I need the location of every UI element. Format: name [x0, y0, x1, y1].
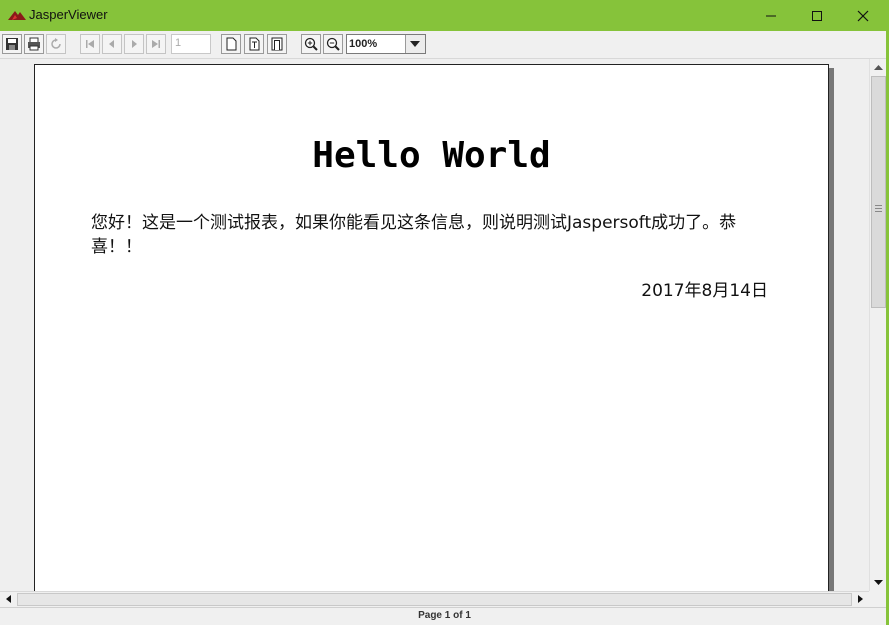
- floppy-disk-icon: [6, 38, 18, 50]
- first-page-button[interactable]: [80, 34, 100, 54]
- scroll-down-button[interactable]: [870, 574, 887, 591]
- close-button[interactable]: [840, 0, 886, 31]
- maximize-icon: [812, 11, 822, 21]
- reload-button[interactable]: [46, 34, 66, 54]
- report-date: 2017年8月14日: [641, 281, 768, 301]
- vertical-scrollbar[interactable]: [869, 59, 886, 591]
- page-number-input[interactable]: 1: [171, 34, 211, 54]
- last-page-icon: [152, 40, 160, 48]
- report-viewport[interactable]: Hello World 您好！这是一个测试报表，如果你能看见这条信息，则说明测试…: [0, 59, 869, 591]
- first-page-icon: [86, 40, 94, 48]
- title-bar: JasperViewer: [0, 0, 889, 31]
- zoom-in-button[interactable]: [301, 34, 321, 54]
- refresh-icon: [51, 38, 61, 49]
- scroll-left-button[interactable]: [0, 591, 17, 607]
- fit-page-button[interactable]: [244, 34, 264, 54]
- report-page: Hello World 您好！这是一个测试报表，如果你能看见这条信息，则说明测试…: [34, 64, 829, 591]
- minimize-button[interactable]: [748, 0, 794, 31]
- next-icon: [132, 40, 137, 48]
- actual-size-icon: [226, 37, 237, 51]
- vertical-scroll-thumb[interactable]: [871, 76, 886, 308]
- jasper-logo-icon: [8, 11, 26, 20]
- next-page-button[interactable]: [124, 34, 144, 54]
- arrow-right-icon: [858, 595, 863, 603]
- status-bar: Page 1 of 1: [0, 607, 889, 625]
- zoom-value: 100%: [349, 38, 378, 50]
- fit-width-button[interactable]: [267, 34, 287, 54]
- fit-width-icon: [271, 37, 283, 51]
- chevron-down-icon: [410, 41, 420, 47]
- arrow-down-icon: [874, 580, 883, 585]
- arrow-up-icon: [874, 65, 883, 70]
- toolbar: 1 100%: [0, 31, 889, 59]
- scroll-right-button[interactable]: [852, 591, 869, 607]
- zoom-out-button[interactable]: [323, 34, 343, 54]
- zoom-in-icon: [304, 37, 318, 51]
- zoom-combobox[interactable]: 100%: [346, 34, 426, 54]
- actual-size-button[interactable]: [221, 34, 241, 54]
- horizontal-scroll-thumb[interactable]: [17, 593, 852, 606]
- previous-page-button[interactable]: [102, 34, 122, 54]
- zoom-dropdown-button[interactable]: [405, 35, 425, 53]
- print-button[interactable]: [24, 34, 44, 54]
- horizontal-scrollbar[interactable]: [0, 591, 869, 607]
- page-status-label: Page 1 of 1: [418, 610, 471, 621]
- scroll-up-button[interactable]: [870, 59, 887, 76]
- last-page-button[interactable]: [146, 34, 166, 54]
- close-icon: [857, 10, 869, 22]
- fit-page-icon: [249, 37, 260, 51]
- previous-icon: [109, 40, 114, 48]
- window-title: JasperViewer: [29, 7, 108, 22]
- maximize-button[interactable]: [794, 0, 840, 31]
- minimize-icon: [766, 15, 776, 17]
- zoom-out-icon: [326, 37, 340, 51]
- report-title: Hello World: [312, 135, 551, 176]
- printer-icon: [28, 37, 40, 51]
- arrow-left-icon: [6, 595, 11, 603]
- grip-icon: [875, 205, 882, 212]
- save-button[interactable]: [2, 34, 22, 54]
- report-body-text: 您好！这是一个测试报表，如果你能看见这条信息，则说明测试Jaspersoft成功…: [91, 213, 737, 257]
